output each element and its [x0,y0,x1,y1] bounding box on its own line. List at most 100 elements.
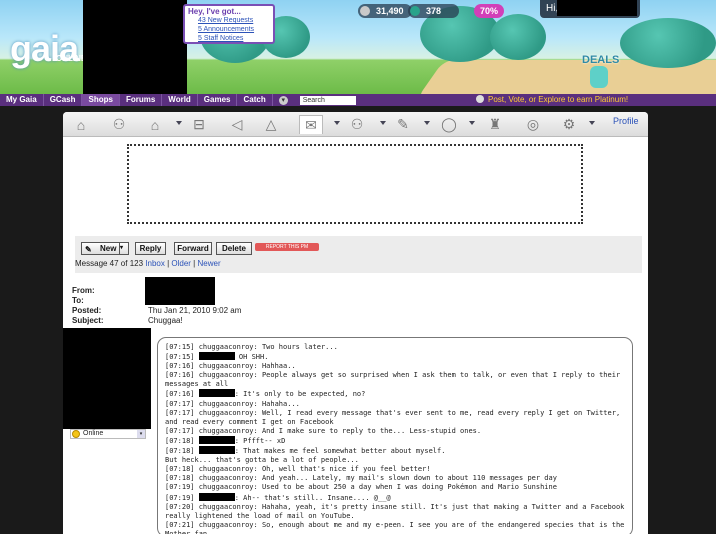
chat-text: OH SHH. [234,353,269,362]
chat-speaker: chuggaaconroy [198,408,254,417]
chat-timestamp: [07:17] [165,399,199,408]
chat-line: [07:19] : Ah-- that's still.. Insane....… [165,492,625,503]
car-icon[interactable]: ⊟ [187,115,211,134]
status-dropdown-icon[interactable]: ▾ [137,430,145,438]
to-label: To: [72,296,84,305]
journal-icon[interactable]: ✎ [391,115,415,134]
nav-shops[interactable]: Shops [82,94,120,106]
hanger-icon[interactable]: △ [259,115,283,134]
settings-icon[interactable]: ⚙ [557,115,581,134]
newer-link[interactable]: Newer [197,259,220,268]
chat-timestamp: [07:18] [165,465,199,474]
nav-world[interactable]: World [162,94,198,106]
chat-timestamp: [07:18] [165,436,199,445]
reply-button[interactable]: Reply [135,242,166,255]
profile-link[interactable]: Profile [613,116,639,126]
redacted-speaker [198,492,235,501]
chat-timestamp: [07:15] [165,343,199,351]
chat-speaker: chuggaaconroy [198,502,254,511]
page: gaia ONLINE Hey, I've got... 43 New Requ… [0,0,716,534]
chat-speaker: chuggaaconroy [198,465,254,474]
forum-dropdown-icon[interactable] [469,121,475,125]
new-dropdown-icon[interactable]: ▾ [119,243,128,254]
mail-icon[interactable]: ✉ [299,115,323,134]
trophy-icon[interactable]: ♜ [483,115,507,134]
forum-icon[interactable]: ◯ [437,115,461,134]
subject-value: Chuggaa! [148,316,183,325]
chat-speaker: chuggaaconroy [198,520,254,529]
chat-line: [07:15] OH SHH. [165,352,625,362]
chat-text: : It's only to be expected, no? [234,390,366,399]
deals-mascot-icon[interactable] [590,66,608,88]
chat-timestamp: [07:19] [165,493,199,502]
header-banner: gaia ONLINE Hey, I've got... 43 New Requ… [0,0,716,94]
chat-speaker: chuggaaconroy [198,343,254,351]
chat-timestamp: [07:16] [165,390,199,399]
chat-line: [07:17] chuggaaconroy: And I make sure t… [165,427,625,436]
nav-my-gaia[interactable]: My Gaia [0,94,44,106]
nav-gcash[interactable]: GCash [44,94,83,106]
message-body: [07:15] chuggaaconroy: Two hours later..… [157,337,633,534]
chat-text: : Pffft-- xD [234,436,286,445]
mail-dropdown-icon[interactable] [334,121,340,125]
section-icon-bar: ⌂ ⚇ ⌂ ⊟ ◁ △ ✉ ⚇ ✎ ◯ ♜ ◎ ⚙ Profile [63,112,648,137]
platinum-promo[interactable]: Post, Vote, or Explore to earn Platinum! [476,94,628,106]
sender-avatar[interactable] [63,328,151,429]
chat-timestamp: [07:19] [165,483,199,492]
redacted-sender-name [145,277,215,305]
report-pm-button[interactable]: REPORT THIS PM [255,243,319,251]
older-link[interactable]: Older [171,259,191,268]
people-icon[interactable]: ⚇ [107,115,131,134]
ring-icon[interactable]: ◎ [521,115,545,134]
chat-timestamp: [07:18] [165,447,199,456]
gaia-logo[interactable]: gaia [10,28,79,70]
home-dropdown-icon[interactable] [176,121,182,125]
settings-dropdown-icon[interactable] [589,121,595,125]
town-icon[interactable]: ⌂ [69,115,93,134]
banner-tree [490,14,546,60]
message-navigation: Message 47 of 123 Inbox | Older | Newer [75,259,221,268]
notice-announcements-link[interactable]: 5 Announcements [188,25,270,34]
gold-counter[interactable]: 31,490 [358,4,412,18]
main-panel: ⌂ ⚇ ⌂ ⊟ ◁ △ ✉ ⚇ ✎ ◯ ♜ ◎ ⚙ Profile ✎ New [63,112,648,534]
online-status[interactable]: Online ▾ [70,429,146,439]
platinum-percent[interactable]: 70% [474,4,505,18]
chat-text: : Hahaha... [253,399,300,408]
home-icon[interactable]: ⌂ [143,115,167,134]
nav-search-input[interactable]: Search [299,95,356,105]
fish-icon[interactable]: ◁ [225,115,249,134]
posted-label: Posted: [72,306,102,315]
new-button-label: New [100,244,117,253]
guild-icon[interactable]: ⚇ [345,115,369,134]
notice-requests-link[interactable]: 43 New Requests [188,16,270,25]
deals-label[interactable]: DEALS [582,54,619,66]
gold-amount: 31,490 [376,6,404,16]
chat-text: : Hahhaa.. [253,362,296,371]
delete-button[interactable]: Delete [216,242,252,255]
chat-speaker: chuggaaconroy [198,474,254,483]
chat-timestamp: [07:15] [165,353,199,362]
forward-button[interactable]: Forward [174,242,212,255]
cash-counter[interactable]: 378 [408,4,460,18]
chat-timestamp: [07:17] [165,426,199,435]
gaia-logo-sub: ONLINE [56,54,87,63]
redacted-speaker [198,446,235,455]
nav-more-icon[interactable]: ▾ [278,95,288,105]
chat-text: : Oh, well that's nice if you feel bette… [253,465,431,474]
redacted-speaker [198,435,235,444]
chat-line: [07:18] chuggaaconroy: Oh, well that's n… [165,465,625,474]
nav-games[interactable]: Games [198,94,238,106]
notice-staff-link[interactable]: 5 Staff Notices [188,34,270,43]
nav-catch[interactable]: Catch [237,94,273,106]
new-message-button[interactable]: ✎ New ▾ [81,242,129,255]
nav-forums[interactable]: Forums [120,94,163,106]
notice-box: Hey, I've got... 43 New Requests 5 Annou… [183,4,275,44]
chat-text: : And I make sure to reply to the... Les… [253,426,482,435]
chat-text: : Two hours later... [253,343,338,351]
chat-timestamp: [07:16] [165,362,199,371]
journal-dropdown-icon[interactable] [424,121,430,125]
inbox-link[interactable]: Inbox [145,259,165,268]
chat-line: [07:16] : It's only to be expected, no? [165,389,625,399]
guild-dropdown-icon[interactable] [380,121,386,125]
chat-text: : Ah-- that's still.. Insane.... @__@ [234,493,391,502]
